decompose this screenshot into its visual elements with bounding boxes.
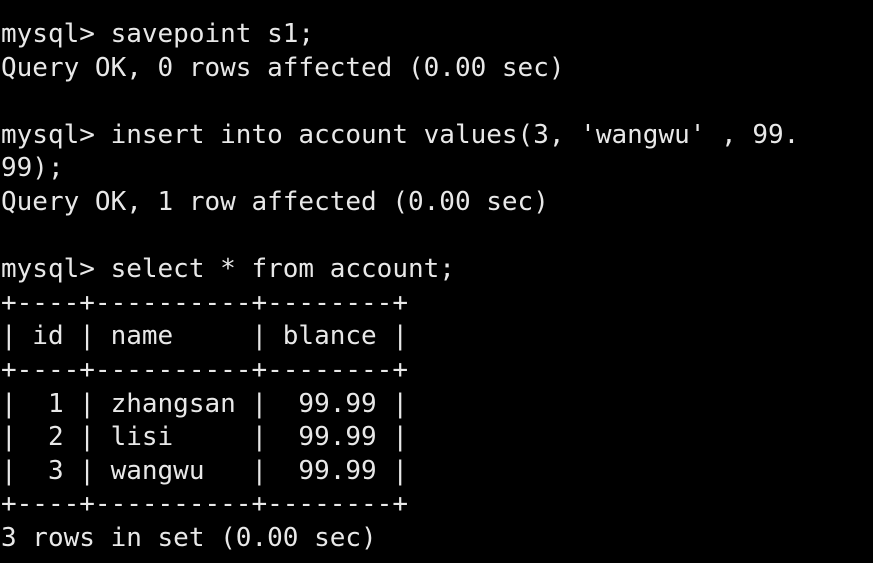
- terminal-line-table-row-3: | 3 | wangwu | 99.99 |: [1, 455, 408, 486]
- terminal-line-table-row-2: | 2 | lisi | 99.99 |: [1, 422, 408, 453]
- terminal-line-insert-result: Query OK, 1 row affected (0.00 sec): [1, 186, 549, 217]
- terminal-line-table-row-1: | 1 | zhangsan | 99.99 |: [1, 388, 408, 419]
- terminal-line-savepoint-command: mysql> savepoint s1;: [1, 19, 315, 49]
- terminal-line-insert-command-part2: 99);: [1, 153, 64, 184]
- terminal-line-blank-2: [0, 220, 873, 254]
- terminal-line-table-header-row: | id | name | blance |: [1, 321, 408, 352]
- terminal-line-insert-command-part1: mysql> insert into account values(3, 'wa…: [1, 119, 800, 150]
- terminal-line-savepoint-result: Query OK, 0 rows affected (0.00 sec): [1, 52, 565, 83]
- terminal-line-select-command: mysql> select * from account;: [1, 254, 455, 285]
- terminal-output[interactable]: mysql> savepoint s1; Query OK, 0 rows aff…: [0, 0, 873, 563]
- terminal-line-blank-1: [0, 85, 873, 119]
- terminal-line-select-result: 3 rows in set (0.00 sec): [1, 522, 377, 553]
- terminal-line-table-header-separator: +----+----------+--------+: [1, 354, 408, 385]
- terminal-line-table-top-border: +----+----------+--------+: [1, 287, 408, 318]
- terminal-line-table-bottom-border: +----+----------+--------+: [1, 489, 408, 520]
